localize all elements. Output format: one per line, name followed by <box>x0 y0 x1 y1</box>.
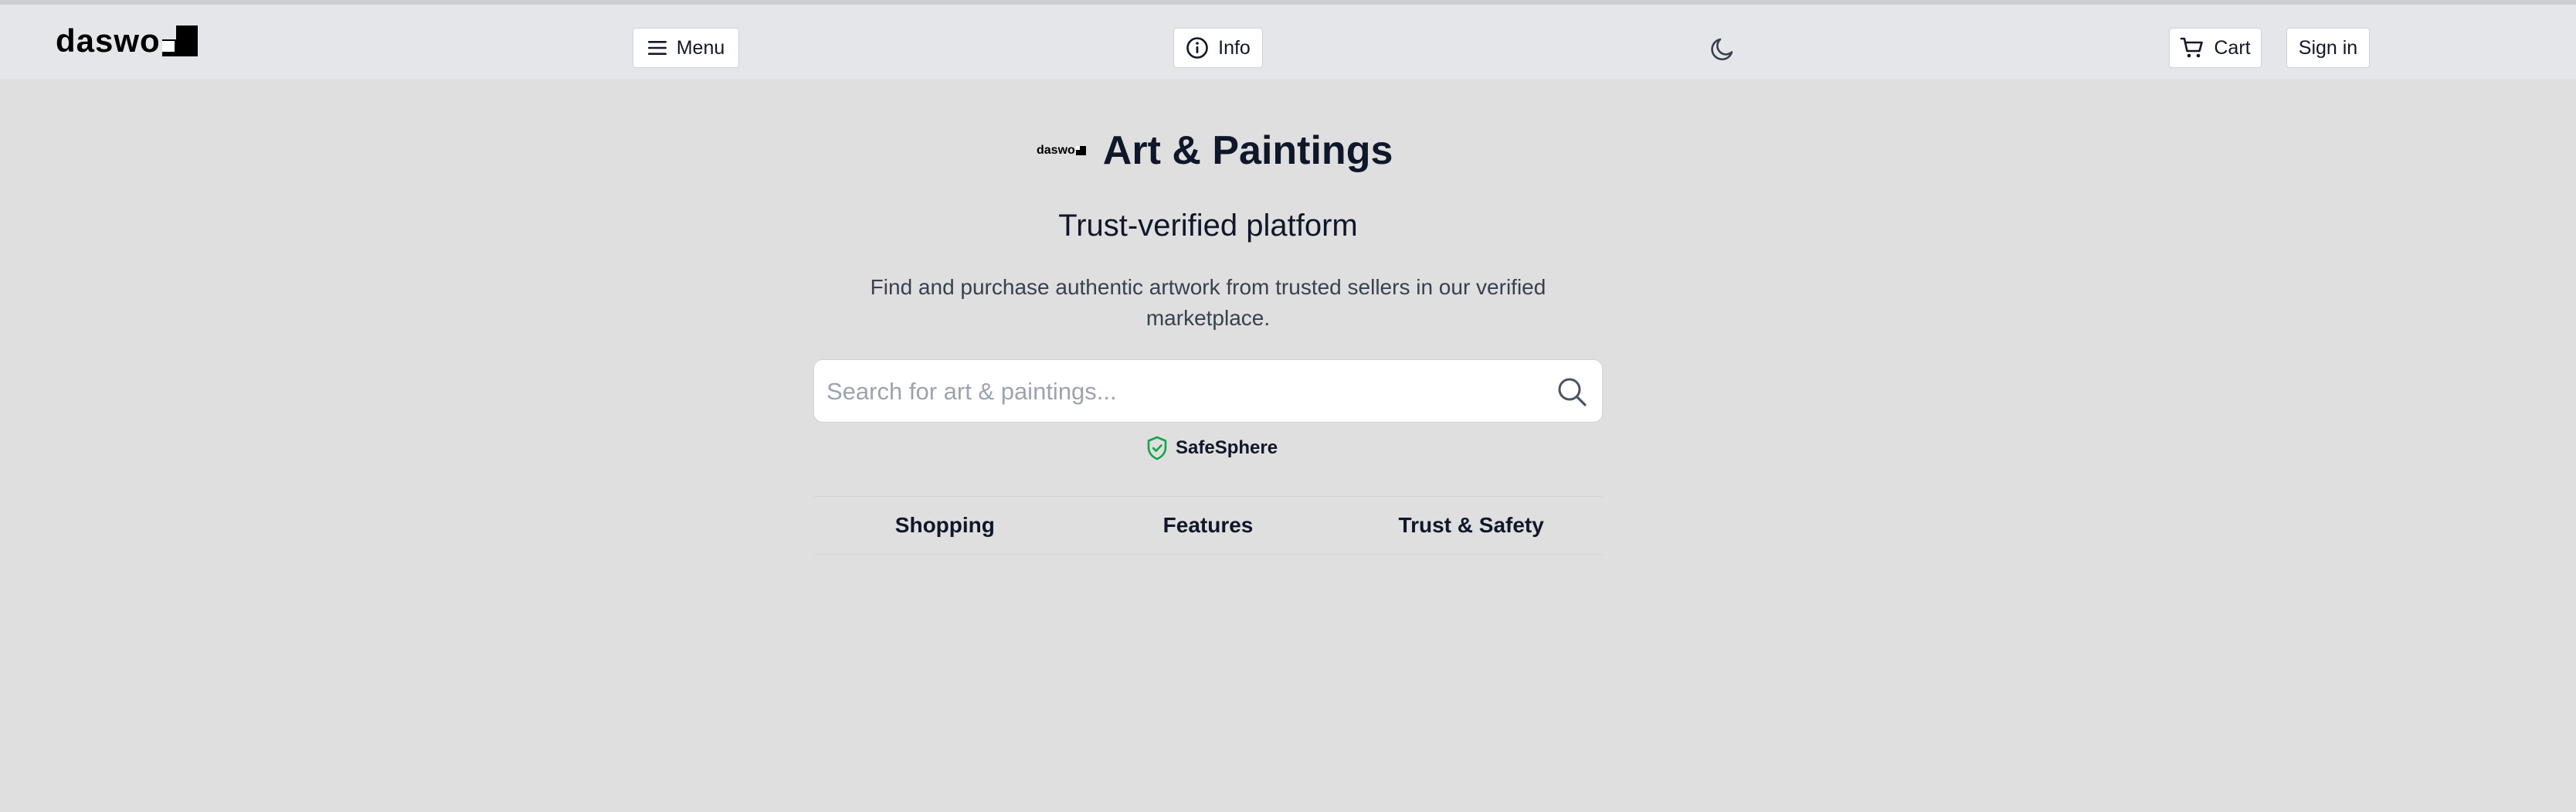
shopping-cart-icon <box>2181 37 2204 58</box>
logo-text: daswo <box>56 22 161 59</box>
menu-label: Menu <box>676 36 725 59</box>
info-label: Info <box>1218 36 1251 59</box>
page-title: daswo Art & Paintings <box>1037 120 1393 182</box>
sign-in-label: Sign in <box>2298 36 2358 59</box>
search-input[interactable] <box>826 371 1522 413</box>
hamburger-icon <box>647 41 667 55</box>
safesphere-label: SafeSphere <box>1176 437 1278 458</box>
tab-features[interactable]: Features <box>1077 513 1340 538</box>
site-logo[interactable]: daswo <box>56 22 198 60</box>
shield-check-icon <box>1147 436 1167 460</box>
section-tabs: Shopping Features Trust & Safety <box>813 496 1603 555</box>
small-logo-mark-icon <box>1075 146 1086 155</box>
tab-shopping[interactable]: Shopping <box>813 513 1077 538</box>
info-icon <box>1186 37 1208 59</box>
search-icon[interactable] <box>1556 375 1588 408</box>
menu-button[interactable]: Menu <box>633 28 739 68</box>
small-logo-text: daswo <box>1037 144 1075 157</box>
tab-trust-safety[interactable]: Trust & Safety <box>1339 513 1603 538</box>
moon-icon <box>1711 38 1733 61</box>
sign-in-button[interactable]: Sign in <box>2286 28 2370 68</box>
cart-label: Cart <box>2214 36 2251 59</box>
safesphere-badge: SafeSphere <box>1146 434 1278 462</box>
small-logo: daswo <box>1037 144 1086 158</box>
title-text: Art & Paintings <box>1102 128 1393 173</box>
info-button[interactable]: Info <box>1173 28 1263 68</box>
search-bar <box>813 359 1603 423</box>
description: Find and purchase authentic artwork from… <box>870 275 1546 330</box>
subtitle: Trust-verified platform <box>1058 209 1358 243</box>
cart-button[interactable]: Cart <box>2169 28 2262 68</box>
top-navigation-bar: daswo Menu Info Cart Sign in <box>0 5 2576 79</box>
theme-toggle-button[interactable] <box>1707 34 1738 65</box>
logo-mark-icon <box>161 25 198 56</box>
